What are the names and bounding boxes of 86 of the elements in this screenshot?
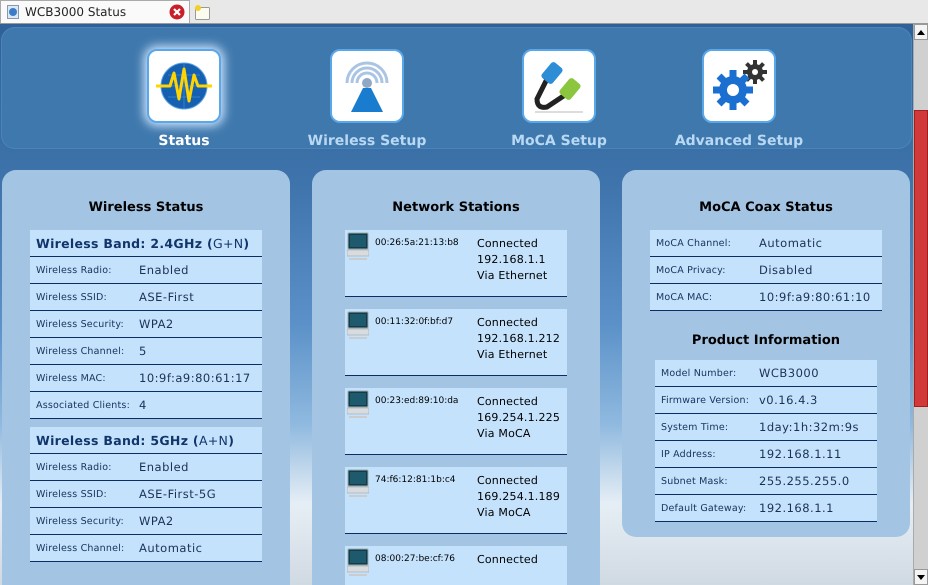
field-label: Wireless Security: [36, 318, 125, 330]
field-label: Subnet Mask: [661, 476, 729, 486]
field-value: Disabled [759, 263, 813, 277]
new-tab-icon[interactable] [194, 4, 210, 20]
panel-title: MoCA Coax Status [698, 200, 834, 215]
field-label: MoCA Privacy: [656, 264, 727, 276]
station-detail: Connected [477, 394, 540, 410]
field-label: Default Gateway: [661, 502, 748, 514]
nav-label[interactable]: MoCA Setup [511, 133, 607, 149]
panel-title: Product Information [690, 333, 842, 348]
field-value: 5 [139, 344, 147, 358]
close-icon[interactable] [169, 4, 185, 20]
station-mac: 00:11:32:0f:bf:d7 [375, 317, 454, 329]
nav-icon-tile[interactable] [330, 49, 404, 123]
field-value: 192.168.1.11 [759, 447, 842, 461]
station-detail: 169.254.1.189 [477, 489, 560, 505]
field-label: Wireless SSID: [36, 292, 108, 302]
station-detail: 192.168.1.212 [477, 331, 560, 347]
field-value: Enabled [139, 460, 189, 474]
nav-label[interactable]: Status [158, 133, 210, 149]
down-arrow-icon [917, 574, 925, 580]
scroll-up-button[interactable] [914, 24, 928, 40]
globe-icon [7, 5, 19, 19]
field-value: 4 [139, 398, 147, 412]
station-mac: 74:f6:12:81:1b:c4 [375, 475, 457, 487]
computer-icon [347, 548, 369, 576]
up-arrow-icon [917, 30, 925, 34]
field-value: v0.16.4.3 [759, 393, 818, 407]
field-value: WPA2 [139, 514, 174, 528]
nav-label[interactable]: Wireless Setup [308, 133, 426, 149]
field-label: MoCA Channel: [656, 238, 732, 248]
station-detail: Connected [477, 473, 540, 489]
globe-wave-icon [156, 61, 212, 111]
field-label: Wireless MAC: [36, 372, 107, 384]
station-detail: 192.168.1.1 [477, 252, 547, 268]
station-mac: 00:26:5a:21:13:b8 [375, 238, 460, 250]
panel-title: Network Stations [391, 200, 521, 215]
field-value: ASE-First [139, 290, 194, 304]
field-value: 10:9f:a9:80:61:10 [759, 290, 871, 304]
nav-icon-tile[interactable] [522, 49, 596, 123]
computer-icon [347, 311, 369, 339]
browser-tab[interactable]: WCB3000 Status [0, 0, 190, 23]
field-label: IP Address: [661, 448, 717, 460]
field-value: WCB3000 [759, 366, 820, 380]
station-detail: Connected [477, 315, 540, 331]
field-label: Wireless Radio: [36, 264, 113, 276]
station-mac: 08:00:27:be:cf:76 [375, 554, 456, 566]
station-detail: Connected [477, 552, 538, 568]
field-value: 1day:1h:32m:9s [759, 420, 860, 434]
station-detail: Via Ethernet [477, 268, 548, 284]
field-label: Wireless SSID: [36, 488, 108, 500]
computer-icon [347, 390, 369, 418]
field-value: Enabled [139, 263, 189, 277]
field-label: System Time: [661, 422, 730, 432]
station-detail: Via MoCA [477, 426, 532, 442]
field-label: MoCA MAC: [656, 292, 714, 302]
station-detail: Via Ethernet [477, 347, 548, 363]
station-detail: Connected [477, 236, 540, 252]
field-label: Model Number: [661, 368, 738, 378]
station-detail: 169.254.1.225 [477, 410, 560, 426]
nav-icon-tile[interactable] [702, 49, 776, 123]
station-mac: 00:23:ed:89:10:da [375, 396, 460, 408]
scrollbar-thumb[interactable] [914, 110, 928, 407]
panel-title: Wireless Status [88, 200, 204, 215]
field-value: Automatic [139, 541, 202, 555]
field-label: Wireless Channel: [36, 542, 126, 554]
field-label: Wireless Security: [36, 516, 125, 526]
tab-title: WCB3000 Status [25, 5, 128, 19]
field-value: 255.255.255.0 [759, 474, 850, 488]
nav-icon-tile[interactable] [147, 49, 221, 123]
field-label: Wireless Channel: [36, 346, 126, 356]
station-detail: Via MoCA [477, 505, 532, 521]
nav-label[interactable]: Advanced Setup [674, 133, 804, 149]
computer-icon [347, 469, 369, 497]
section-header: Wireless Band: 2.4GHz (G+N) [30, 230, 262, 257]
field-label: Wireless Radio: [36, 462, 113, 472]
field-label: Firmware Version: [661, 394, 750, 406]
field-value: Automatic [759, 236, 822, 250]
field-value: WPA2 [139, 317, 174, 331]
field-label: Associated Clients: [36, 400, 131, 410]
section-header: Wireless Band: 5GHz (A+N) [30, 427, 262, 454]
field-value: ASE-First-5G [139, 487, 216, 501]
computer-icon [347, 232, 369, 260]
field-value: 192.168.1.1 [759, 501, 834, 515]
field-value: 10:9f:a9:80:61:17 [139, 371, 251, 385]
scroll-down-button[interactable] [914, 569, 928, 585]
